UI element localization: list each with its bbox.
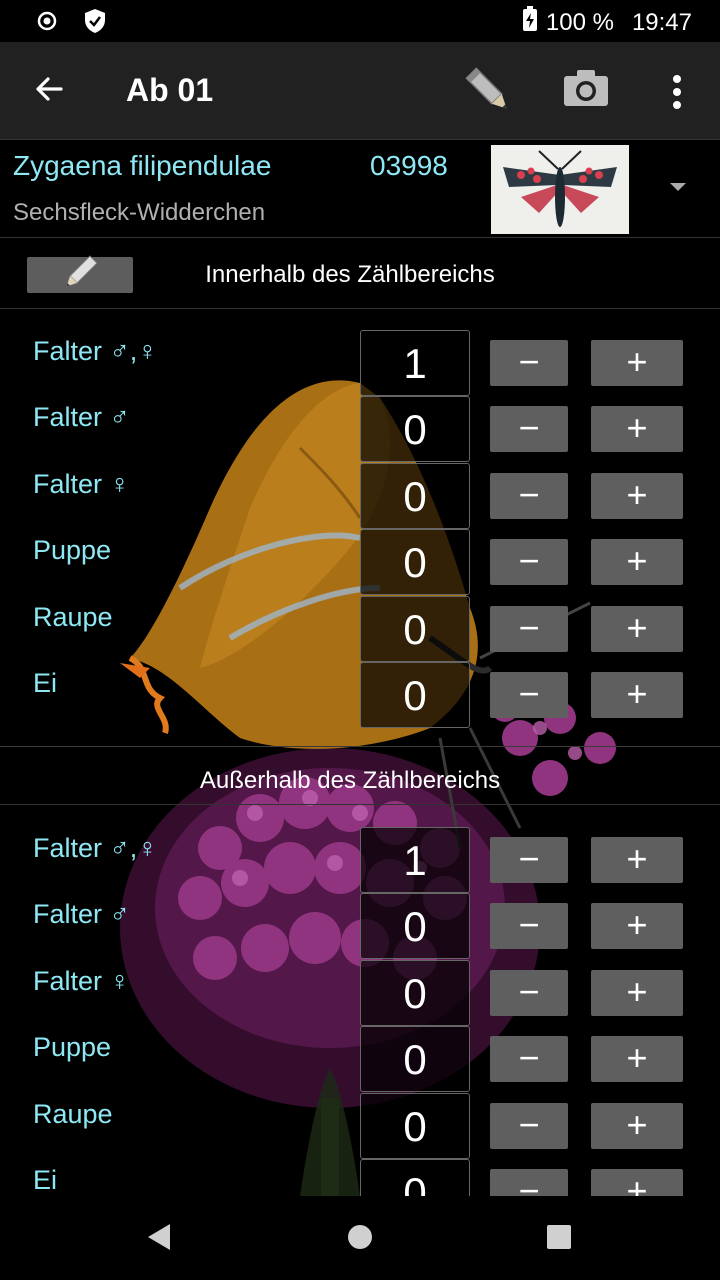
count-row: Falter ♀ 0 − + xyxy=(0,960,720,1026)
decrement-button[interactable]: − xyxy=(490,672,568,718)
count-row: Falter ♂ 0 − + xyxy=(0,893,720,959)
count-value[interactable]: 0 xyxy=(360,893,470,959)
moth-image xyxy=(491,145,629,234)
row-label: Ei xyxy=(33,1165,58,1195)
species-code: 03998 xyxy=(370,150,448,181)
increment-button[interactable]: + xyxy=(591,903,683,949)
count-row: Falter ♀ 0 − + xyxy=(0,463,720,529)
increment-button[interactable]: + xyxy=(591,606,683,652)
status-bar: 100 % 19:47 xyxy=(0,0,720,42)
battery-level: 100 % xyxy=(545,8,614,36)
decrement-button[interactable]: − xyxy=(490,970,568,1016)
decrement-button[interactable]: − xyxy=(490,539,568,585)
section-inside-header: Innerhalb des Zählbereichs xyxy=(0,239,720,309)
decrement-button[interactable]: − xyxy=(490,837,568,883)
increment-button[interactable]: + xyxy=(591,340,683,386)
system-nav-bar xyxy=(0,1196,720,1280)
triangle-back-icon xyxy=(146,1224,172,1256)
decrement-button[interactable]: − xyxy=(490,1169,568,1196)
increment-button[interactable]: + xyxy=(591,1169,683,1196)
count-value[interactable]: 0 xyxy=(360,596,470,662)
row-label: Ei xyxy=(33,668,58,698)
count-value[interactable]: 0 xyxy=(360,529,470,595)
decrement-button[interactable]: − xyxy=(490,340,568,386)
page-title: Ab 01 xyxy=(126,72,214,108)
shield-icon xyxy=(84,8,106,39)
camera-icon xyxy=(562,70,610,112)
nav-recents-button[interactable] xyxy=(546,1222,572,1257)
record-icon xyxy=(36,10,58,37)
row-label: Raupe xyxy=(33,1099,113,1129)
row-label: Falter ♂,♀ xyxy=(33,336,158,366)
increment-button[interactable]: + xyxy=(591,406,683,452)
count-row: Falter ♂,♀ 1 − + xyxy=(0,330,720,396)
count-value[interactable]: 0 xyxy=(360,960,470,1026)
count-value[interactable]: 1 xyxy=(360,330,470,396)
clock: 19:47 xyxy=(631,8,692,36)
increment-button[interactable]: + xyxy=(591,837,683,883)
back-button[interactable] xyxy=(24,66,74,116)
decrement-button[interactable]: − xyxy=(490,1103,568,1149)
count-row: Raupe 0 − + xyxy=(0,596,720,662)
row-label: Falter ♂,♀ xyxy=(33,833,158,863)
increment-button[interactable]: + xyxy=(591,970,683,1016)
pencil-icon xyxy=(462,67,516,122)
increment-button[interactable]: + xyxy=(591,1103,683,1149)
species-thumbnail xyxy=(491,145,629,234)
row-label: Falter ♂ xyxy=(33,899,130,929)
camera-button[interactable] xyxy=(562,68,612,114)
decrement-button[interactable]: − xyxy=(490,406,568,452)
nav-back-button[interactable] xyxy=(146,1222,172,1257)
dropdown-arrow-icon xyxy=(668,180,688,197)
count-row: Falter ♂ 0 − + xyxy=(0,396,720,462)
row-label: Puppe xyxy=(33,535,112,565)
section-title: Außerhalb des Zählbereichs xyxy=(199,767,501,794)
decrement-button[interactable]: − xyxy=(490,903,568,949)
decrement-button[interactable]: − xyxy=(490,473,568,519)
decrement-button[interactable]: − xyxy=(490,1036,568,1082)
count-value[interactable]: 0 xyxy=(360,463,470,529)
row-label: Raupe xyxy=(33,602,113,632)
increment-button[interactable]: + xyxy=(591,672,683,718)
count-value[interactable]: 0 xyxy=(360,1093,470,1159)
increment-button[interactable]: + xyxy=(591,1036,683,1082)
back-arrow-icon xyxy=(33,73,65,110)
more-options-button[interactable] xyxy=(662,70,692,114)
row-label: Falter ♀ xyxy=(33,469,130,499)
row-label: Puppe xyxy=(33,1032,112,1062)
square-recents-icon xyxy=(546,1225,572,1256)
species-local-name: Sechsfleck-Widderchen xyxy=(13,199,266,226)
species-dropdown[interactable] xyxy=(668,180,688,194)
species-scientific-name: Zygaena filipendulae xyxy=(13,150,272,181)
count-value[interactable]: 0 xyxy=(360,1026,470,1092)
row-label: Falter ♀ xyxy=(33,966,130,996)
count-row: Raupe 0 − + xyxy=(0,1093,720,1159)
species-header[interactable]: Zygaena filipendulae 03998 Sechsfleck-Wi… xyxy=(0,140,720,238)
more-vert-icon xyxy=(662,75,692,118)
increment-button[interactable]: + xyxy=(591,539,683,585)
battery-charging-icon xyxy=(522,6,538,39)
count-row: Ei 0 − + xyxy=(0,662,720,728)
circle-home-icon xyxy=(347,1225,373,1256)
count-row: Falter ♂,♀ 1 − + xyxy=(0,827,720,893)
section-outside-header: Außerhalb des Zählbereichs xyxy=(0,747,720,805)
section-title: Innerhalb des Zählbereichs xyxy=(205,261,495,288)
edit-button[interactable] xyxy=(462,64,516,118)
nav-home-button[interactable] xyxy=(347,1222,373,1257)
count-value[interactable]: 0 xyxy=(360,662,470,728)
decrement-button[interactable]: − xyxy=(490,606,568,652)
count-row: Puppe 0 − + xyxy=(0,529,720,595)
count-row: Ei 0 − + xyxy=(0,1159,720,1196)
count-value[interactable]: 1 xyxy=(360,827,470,893)
increment-button[interactable]: + xyxy=(591,473,683,519)
count-row: Puppe 0 − + xyxy=(0,1026,720,1092)
app-bar: Ab 01 xyxy=(0,42,720,140)
count-value[interactable]: 0 xyxy=(360,396,470,462)
count-value[interactable]: 0 xyxy=(360,1159,470,1196)
row-label: Falter ♂ xyxy=(33,402,130,432)
